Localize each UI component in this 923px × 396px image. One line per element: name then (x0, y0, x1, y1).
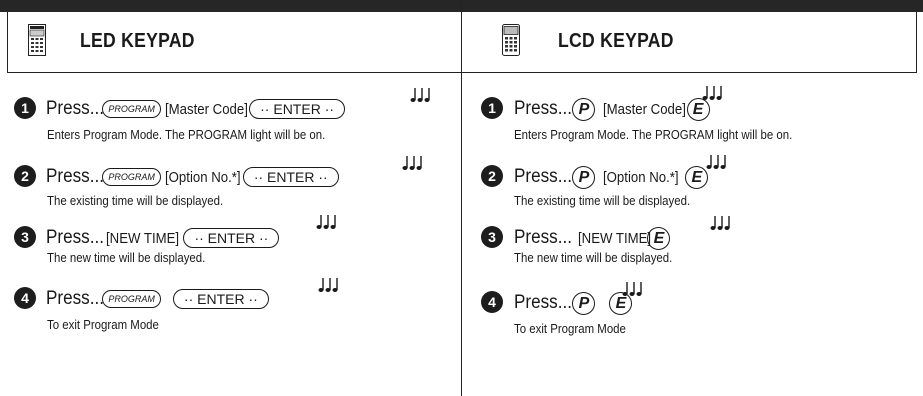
lcd-title: LCD KEYPAD (558, 30, 674, 52)
lcd-keypad-icon (502, 24, 520, 56)
option-no-text: [Option No.*] (164, 168, 241, 186)
step-description: Enters Program Mode. The PROGRAM light w… (47, 127, 326, 142)
press-label: Press... (46, 288, 104, 309)
step-number: 1 (14, 97, 36, 119)
step-number: 3 (14, 226, 36, 248)
music-notes-icon (710, 216, 730, 230)
music-notes-icon (706, 155, 726, 169)
e-key: E (685, 165, 709, 189)
step-description: To exit Program Mode (514, 321, 626, 336)
enter-key: ·· ENTER ·· (183, 228, 280, 248)
p-key: P (572, 165, 596, 189)
step-description: The existing time will be displayed. (514, 193, 691, 208)
program-key: PROGRAM (102, 290, 161, 308)
press-label: Press... (514, 166, 572, 187)
step-number: 1 (481, 97, 503, 119)
led-header: LED KEYPAD (7, 12, 462, 73)
press-label: Press... (46, 166, 104, 187)
music-notes-icon (402, 156, 422, 170)
press-label: Press... (514, 227, 572, 248)
step-number: 3 (481, 226, 503, 248)
new-time-text: [NEW TIME] (106, 229, 180, 247)
master-code-text: [Master Code] (603, 100, 687, 118)
led-keypad-column: LED KEYPAD 1 Press... PROGRAM [Master Co… (0, 12, 462, 396)
press-label: Press... (46, 98, 104, 119)
music-notes-icon (410, 88, 430, 102)
led-keypad-icon (28, 24, 46, 56)
program-key: PROGRAM (102, 100, 161, 118)
p-key: P (572, 97, 596, 121)
step-number: 2 (481, 165, 503, 187)
step-description: Enters Program Mode. The PROGRAM light w… (514, 127, 793, 142)
master-code-text: [Master Code] (164, 100, 248, 118)
step-number: 2 (14, 165, 36, 187)
lcd-keypad-column: LCD KEYPAD 1 Press... P [Master Code] E … (462, 12, 923, 396)
press-label: Press... (514, 292, 572, 313)
press-label: Press... (46, 227, 104, 248)
step-description: The new time will be displayed. (514, 250, 673, 265)
p-key: P (572, 291, 596, 315)
step-description: The existing time will be displayed. (47, 193, 224, 208)
music-notes-icon (316, 215, 336, 229)
music-notes-icon (318, 278, 338, 292)
music-notes-icon (622, 282, 642, 296)
lcd-header: LCD KEYPAD (462, 12, 917, 73)
option-no-text: [Option No.*] (603, 168, 679, 186)
press-label: Press... (514, 98, 572, 119)
led-title: LED KEYPAD (80, 30, 195, 52)
enter-key: ·· ENTER ·· (242, 167, 339, 187)
enter-key: ·· ENTER ·· (249, 99, 346, 119)
enter-key: ·· ENTER ·· (172, 289, 269, 309)
step-description: The new time will be displayed. (47, 250, 206, 265)
music-notes-icon (702, 86, 722, 100)
step-number: 4 (14, 287, 36, 309)
new-time-text: [NEW TIME] (578, 229, 652, 247)
step-description: To exit Program Mode (47, 317, 159, 332)
program-key: PROGRAM (102, 168, 161, 186)
step-number: 4 (481, 291, 503, 313)
